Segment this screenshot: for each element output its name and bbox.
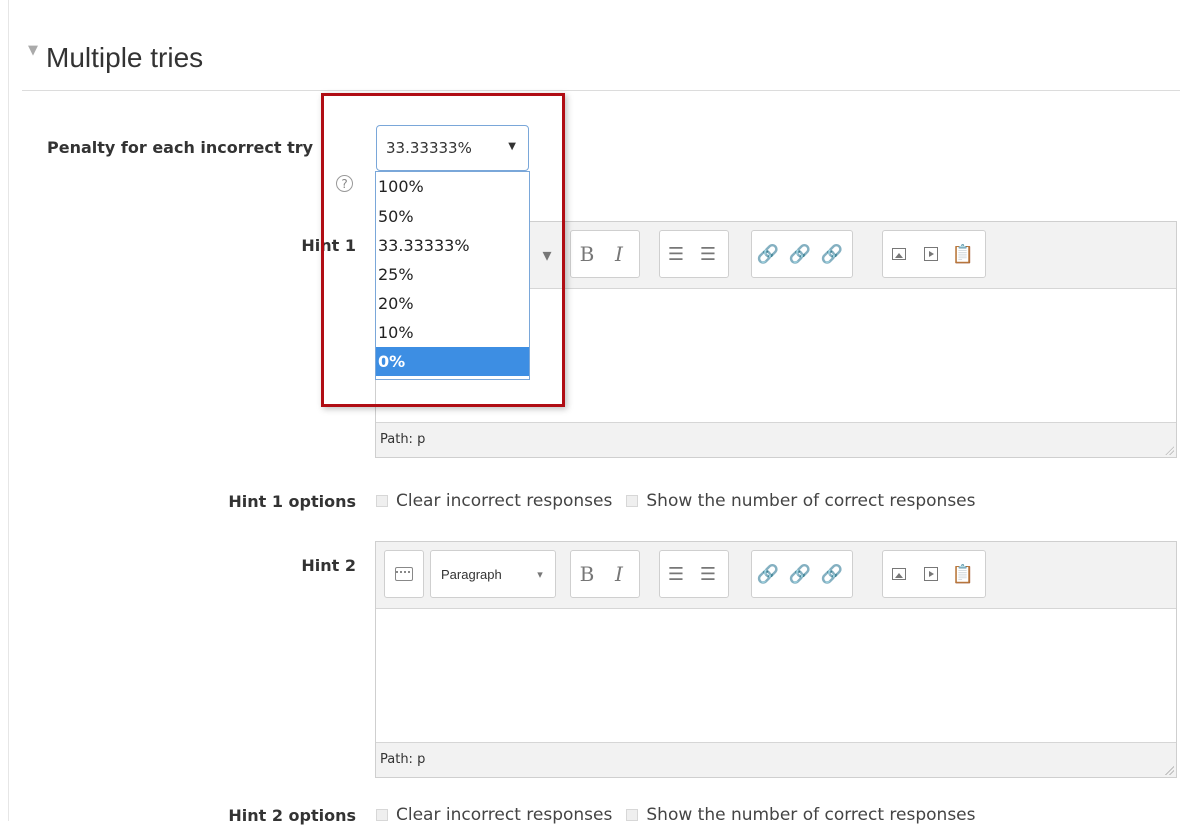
section-title: Multiple tries bbox=[46, 42, 204, 73]
hint1-options-label: Hint 1 options bbox=[228, 492, 356, 511]
unlink-icon[interactable]: 🔗 bbox=[784, 231, 816, 277]
numbered-list-icon[interactable]: ☰ bbox=[692, 551, 724, 597]
bullet-list-icon[interactable]: ☰ bbox=[660, 231, 692, 277]
bold-button[interactable]: B bbox=[571, 231, 603, 277]
clear-incorrect-label: Clear incorrect responses bbox=[396, 805, 613, 825]
anchor-icon[interactable]: 🔗 bbox=[816, 551, 848, 597]
clear-incorrect-label: Clear incorrect responses bbox=[396, 491, 613, 511]
hint2-path: Path: p bbox=[380, 752, 426, 767]
link-icon[interactable]: 🔗 bbox=[752, 551, 784, 597]
section-divider bbox=[22, 90, 1180, 91]
hint2-options: Clear incorrect responses Show the numbe… bbox=[376, 805, 976, 825]
resize-grip-icon[interactable] bbox=[1164, 765, 1174, 775]
link-icon[interactable]: 🔗 bbox=[752, 231, 784, 277]
numbered-list-icon[interactable]: ☰ bbox=[692, 231, 724, 277]
italic-button[interactable]: I bbox=[603, 231, 635, 277]
paragraph-format-select[interactable]: Paragraph ▾ bbox=[430, 550, 556, 598]
anchor-icon[interactable]: 🔗 bbox=[816, 231, 848, 277]
section-header[interactable]: ▼ Multiple tries bbox=[28, 38, 203, 78]
media-icon[interactable] bbox=[915, 231, 947, 277]
hint2-toolbar: Paragraph ▾ B I ☰ ☰ 🔗 🔗 🔗 📋 bbox=[376, 542, 1176, 609]
media-icon[interactable] bbox=[915, 551, 947, 597]
bullet-list-icon[interactable]: ☰ bbox=[660, 551, 692, 597]
paste-icon[interactable]: 📋 bbox=[947, 551, 979, 597]
hint2-content-area[interactable] bbox=[376, 609, 1176, 742]
toolbar-toggle-icon[interactable] bbox=[395, 567, 413, 581]
hint1-path: Path: p bbox=[380, 432, 426, 447]
resize-grip-icon[interactable] bbox=[1164, 445, 1174, 455]
dropdown-arrow-icon: ▾ bbox=[537, 567, 543, 581]
clear-incorrect-checkbox[interactable] bbox=[376, 495, 388, 507]
paste-icon[interactable]: 📋 bbox=[947, 231, 979, 277]
image-icon[interactable] bbox=[883, 551, 915, 597]
show-number-label: Show the number of correct responses bbox=[646, 491, 976, 511]
show-number-label: Show the number of correct responses bbox=[646, 805, 976, 825]
unlink-icon[interactable]: 🔗 bbox=[784, 551, 816, 597]
annotation-highlight-box bbox=[321, 93, 565, 407]
triangle-down-icon[interactable]: ▼ bbox=[28, 43, 38, 58]
show-number-checkbox[interactable] bbox=[626, 809, 639, 821]
bold-button[interactable]: B bbox=[571, 551, 603, 597]
italic-button[interactable]: I bbox=[603, 551, 635, 597]
hint2-options-label: Hint 2 options bbox=[228, 806, 356, 825]
hint2-label: Hint 2 bbox=[301, 556, 356, 575]
penalty-label: Penalty for each incorrect try bbox=[47, 138, 314, 157]
hint1-pathbar: Path: p bbox=[376, 422, 1176, 457]
show-number-checkbox[interactable] bbox=[626, 495, 639, 507]
image-icon[interactable] bbox=[883, 231, 915, 277]
left-border bbox=[8, 0, 9, 821]
paragraph-format-value: Paragraph bbox=[441, 566, 502, 582]
hint1-options: Clear incorrect responses Show the numbe… bbox=[376, 491, 976, 511]
clear-incorrect-checkbox[interactable] bbox=[376, 809, 388, 821]
hint2-editor[interactable]: Paragraph ▾ B I ☰ ☰ 🔗 🔗 🔗 📋 Path: p bbox=[375, 541, 1177, 778]
hint2-pathbar: Path: p bbox=[376, 742, 1176, 777]
